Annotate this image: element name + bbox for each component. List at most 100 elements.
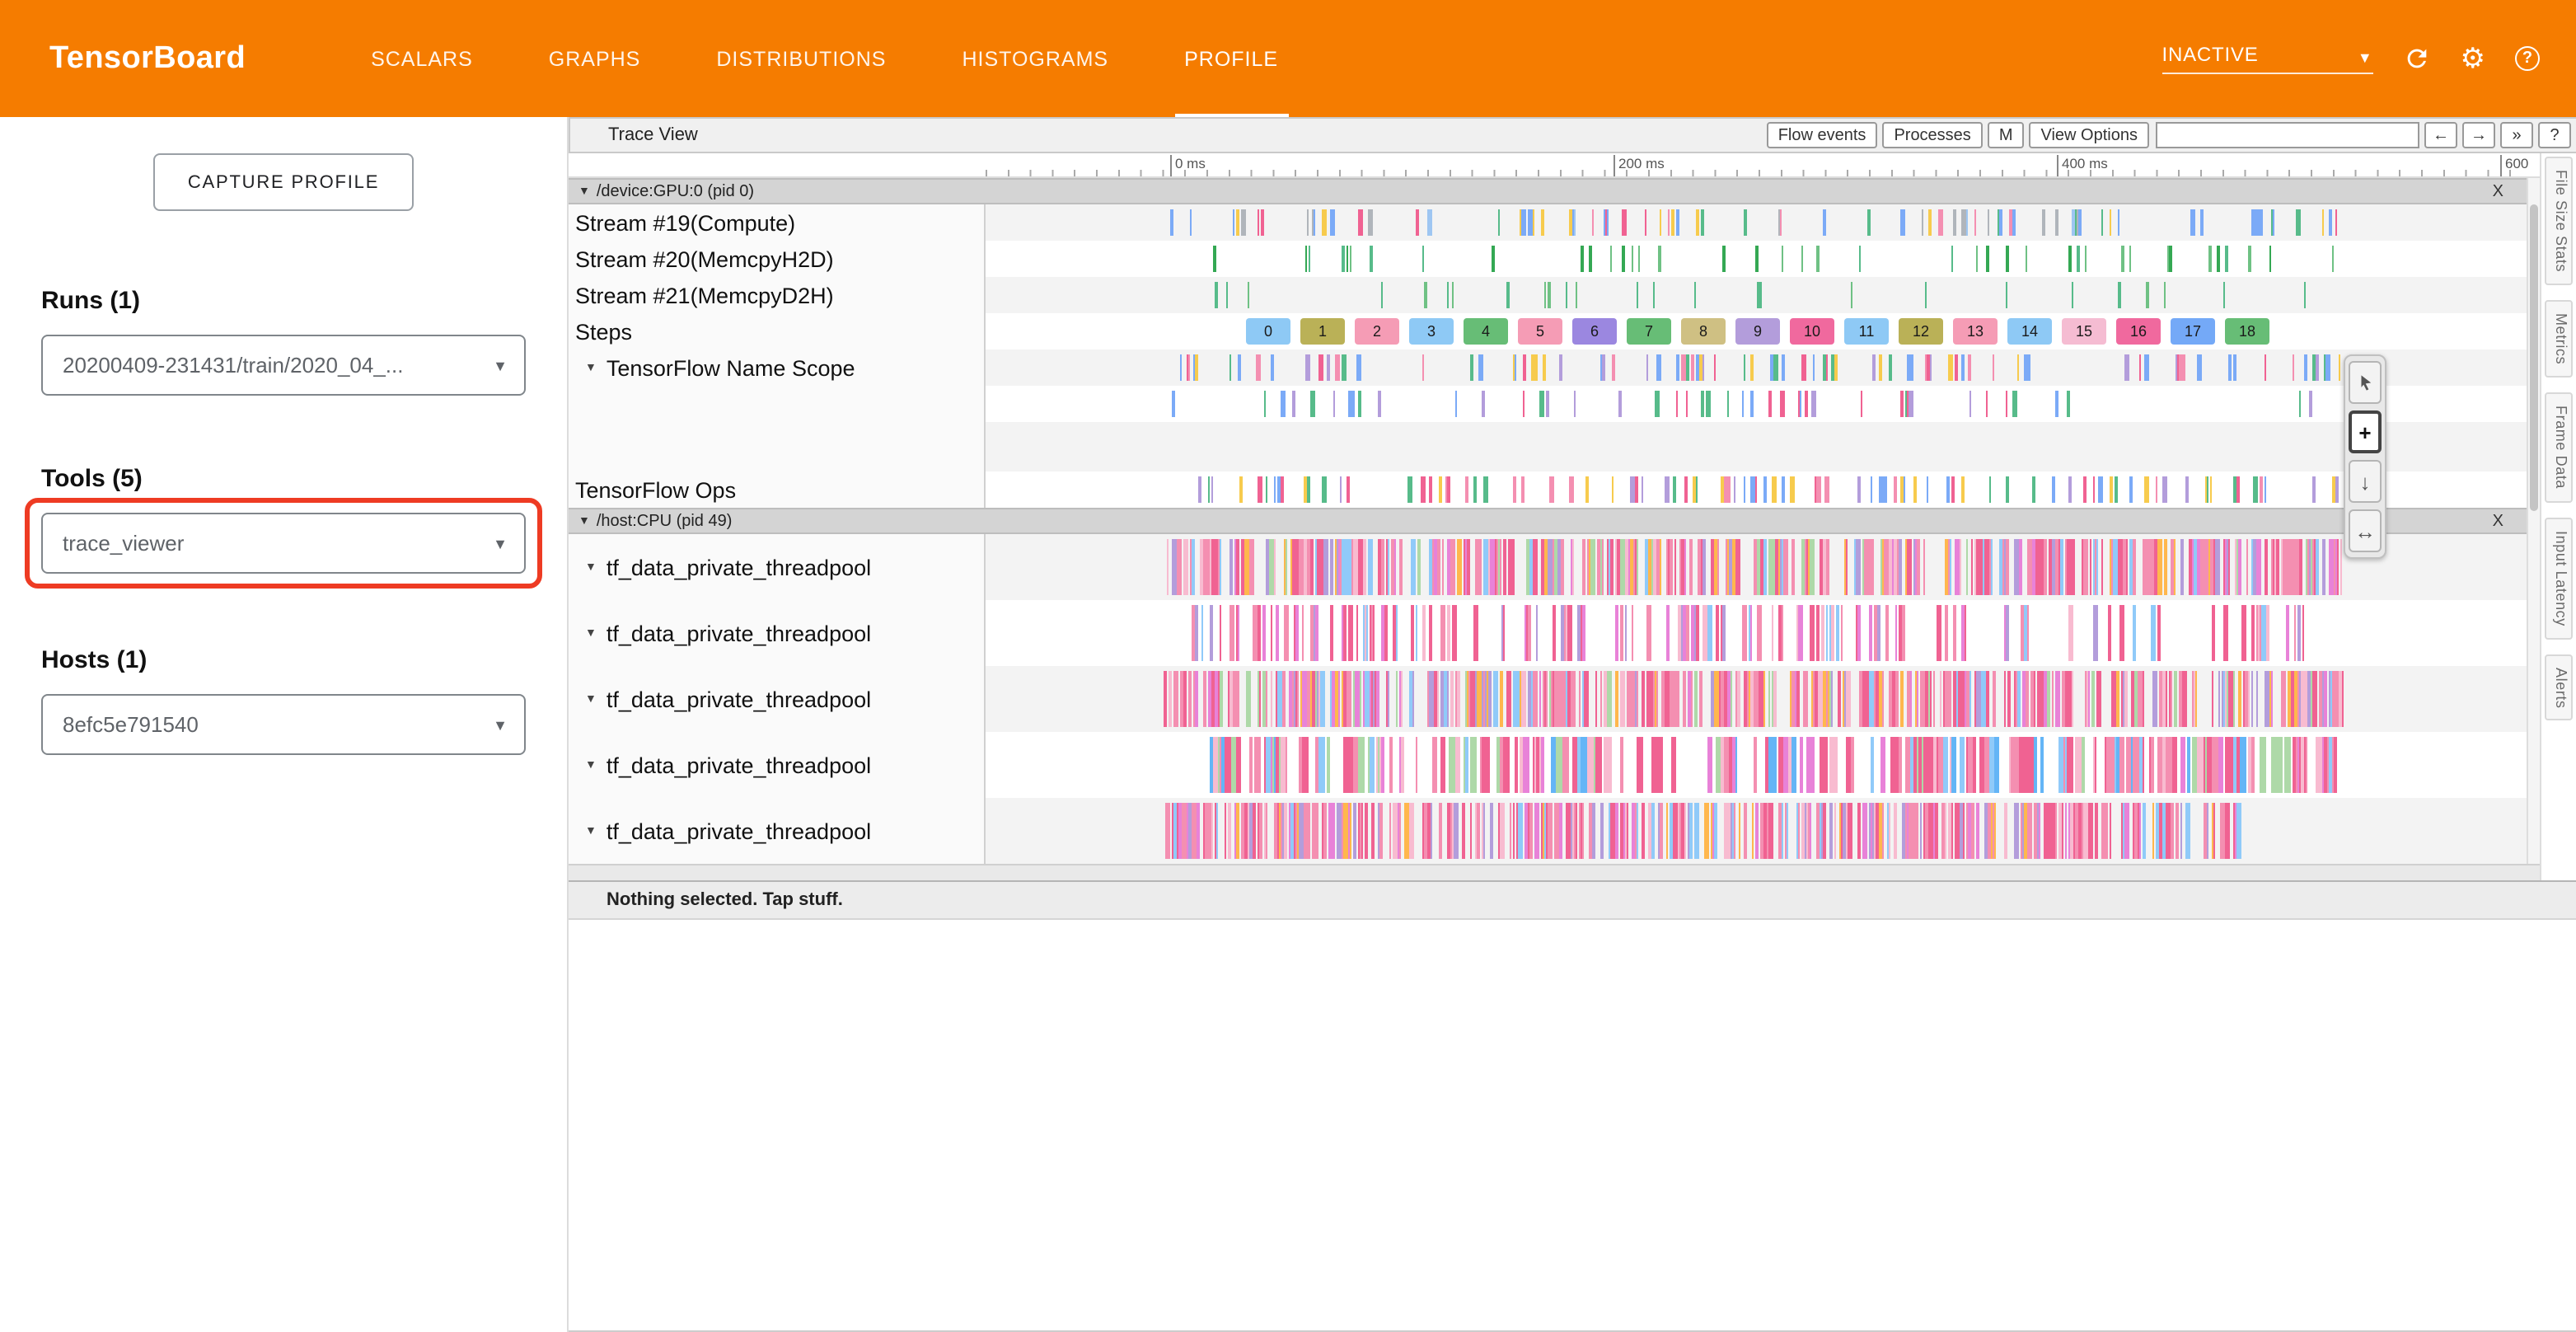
gpu-close-button[interactable]: X	[2493, 182, 2503, 200]
details-body[interactable]	[569, 920, 2576, 1330]
view-options-button[interactable]: View Options	[2030, 122, 2150, 148]
tools-select-value: trace_viewer	[63, 531, 184, 556]
trace-track-blank	[986, 422, 2540, 471]
tab-graphs[interactable]: GRAPHS	[539, 0, 651, 117]
step-block-7[interactable]: 7	[1627, 318, 1671, 345]
row-label-name-scope[interactable]: ▼TensorFlow Name Scope	[569, 349, 986, 386]
status-select[interactable]: INACTIVE ▼	[2162, 43, 2373, 74]
cpu-section-header[interactable]: ▼ /host:CPU (pid 49) X	[569, 508, 2540, 534]
step-block-0[interactable]: 0	[1246, 318, 1290, 345]
step-block-15[interactable]: 15	[2062, 318, 2106, 345]
step-block-12[interactable]: 12	[1899, 318, 1943, 345]
tools-select[interactable]: trace_viewer ▼	[41, 513, 526, 574]
hosts-select[interactable]: 8efc5e791540 ▼	[41, 694, 526, 755]
trace-track-threadpool-1[interactable]	[986, 600, 2540, 666]
trace-search-input[interactable]	[2156, 122, 2419, 148]
trace-track-name-scope-2[interactable]	[986, 386, 2540, 422]
tab-profile[interactable]: PROFILE	[1174, 0, 1288, 117]
timing-tool-icon[interactable]: ↔	[2349, 509, 2382, 552]
hosts-label: Hosts (1)	[41, 646, 526, 674]
row-label-threadpool-3[interactable]: ▼tf_data_private_threadpool	[569, 732, 986, 798]
row-label-threadpool-0[interactable]: ▼tf_data_private_threadpool	[569, 534, 986, 600]
select-tool-icon[interactable]	[2349, 361, 2382, 404]
trace-track-threadpool-0[interactable]	[986, 534, 2540, 600]
steps-track[interactable]: 0123456789101112131415161718	[986, 313, 2540, 349]
settings-gear-icon[interactable]: ⚙	[2461, 42, 2486, 75]
m-button[interactable]: M	[1988, 122, 2025, 148]
capture-profile-button[interactable]: CAPTURE PROFILE	[153, 153, 414, 211]
collapse-triangle-icon: ▼	[585, 561, 597, 573]
collapse-triangle-icon: ▼	[585, 362, 597, 373]
ruler-ticks	[986, 170, 2527, 176]
cpu-close-button[interactable]: X	[2493, 512, 2503, 530]
step-block-14[interactable]: 14	[2007, 318, 2052, 345]
row-label-stream20[interactable]: Stream #20(MemcpyH2D)	[569, 241, 986, 277]
step-block-17[interactable]: 17	[2171, 318, 2215, 345]
nav-skip-button[interactable]: »	[2500, 122, 2533, 148]
step-block-4[interactable]: 4	[1464, 318, 1508, 345]
trace-track-tf-ops[interactable]	[986, 471, 2540, 508]
row-label-threadpool-1[interactable]: ▼tf_data_private_threadpool	[569, 600, 986, 666]
side-tab-file-size-stats[interactable]: File Size Stats	[2545, 157, 2573, 285]
step-block-18[interactable]: 18	[2225, 318, 2269, 345]
gpu-section-header[interactable]: ▼ /device:GPU:0 (pid 0) X	[569, 178, 2540, 204]
threadpool-label: tf_data_private_threadpool	[607, 818, 871, 843]
side-tab-alerts[interactable]: Alerts	[2545, 654, 2573, 721]
trace-help-button[interactable]: ?	[2538, 122, 2571, 148]
cpu-section-title: /host:CPU (pid 49)	[597, 512, 733, 530]
trace-track-threadpool-4[interactable]	[986, 798, 2540, 864]
trace-track-threadpool-3[interactable]	[986, 732, 2540, 798]
row-label-tf-ops[interactable]: TensorFlow Ops	[569, 471, 986, 508]
trace-track-stream19[interactable]	[986, 204, 2540, 241]
ruler-label: 600	[2500, 155, 2528, 176]
row-label-threadpool-2[interactable]: ▼tf_data_private_threadpool	[569, 666, 986, 732]
step-block-9[interactable]: 9	[1735, 318, 1780, 345]
trace-tool-palette: + ↓ ↔	[2344, 354, 2386, 559]
help-icon[interactable]: ?	[2515, 46, 2540, 71]
collapse-triangle-icon: ▼	[578, 185, 590, 197]
flow-events-button[interactable]: Flow events	[1767, 122, 1878, 148]
step-block-10[interactable]: 10	[1790, 318, 1834, 345]
row-label-stream21[interactable]: Stream #21(MemcpyD2H)	[569, 277, 986, 313]
ruler-label: 0 ms	[1170, 155, 1206, 176]
step-block-8[interactable]: 8	[1681, 318, 1726, 345]
refresh-icon[interactable]	[2403, 45, 2431, 73]
row-label-steps[interactable]: Steps	[569, 313, 986, 349]
trace-track-stream21[interactable]	[986, 277, 2540, 313]
step-block-13[interactable]: 13	[1953, 318, 1998, 345]
trace-track-name-scope[interactable]	[986, 349, 2540, 386]
pan-tool-icon[interactable]: +	[2349, 410, 2382, 453]
step-block-5[interactable]: 5	[1518, 318, 1562, 345]
side-tab-input-latency[interactable]: Input Latency	[2545, 517, 2573, 639]
step-block-16[interactable]: 16	[2116, 318, 2161, 345]
nav-back-button[interactable]: ←	[2424, 122, 2457, 148]
caret-down-icon: ▼	[2358, 49, 2373, 66]
row-label-blank	[569, 386, 986, 422]
side-tab-frame-data[interactable]: Frame Data	[2545, 392, 2573, 502]
vertical-scrollbar[interactable]	[2527, 178, 2540, 864]
nav-forward-button[interactable]: →	[2462, 122, 2495, 148]
threadpool-label: tf_data_private_threadpool	[607, 621, 871, 645]
details-bar: Nothing selected. Tap stuff.	[569, 880, 2576, 920]
step-block-6[interactable]: 6	[1572, 318, 1617, 345]
trace-track-threadpool-2[interactable]	[986, 666, 2540, 732]
ruler-label: 200 ms	[1614, 155, 1665, 176]
trace-viewer: Trace View Flow events Processes M View …	[569, 117, 2576, 1332]
tab-scalars[interactable]: SCALARS	[361, 0, 483, 117]
step-block-1[interactable]: 1	[1300, 318, 1345, 345]
zoom-tool-icon[interactable]: ↓	[2349, 460, 2382, 503]
step-block-11[interactable]: 11	[1844, 318, 1889, 345]
tab-distributions[interactable]: DISTRIBUTIONS	[706, 0, 896, 117]
content: CAPTURE PROFILE Runs (1) 20200409-231431…	[0, 117, 2576, 1332]
row-label-threadpool-4[interactable]: ▼tf_data_private_threadpool	[569, 798, 986, 864]
side-tab-metrics[interactable]: Metrics	[2545, 300, 2573, 378]
processes-button[interactable]: Processes	[1882, 122, 1982, 148]
row-label-stream19[interactable]: Stream #19(Compute)	[569, 204, 986, 241]
step-block-2[interactable]: 2	[1355, 318, 1399, 345]
trace-track-stream20[interactable]	[986, 241, 2540, 277]
tools-field: Tools (5) trace_viewer ▼	[41, 465, 526, 574]
step-block-3[interactable]: 3	[1409, 318, 1454, 345]
scrollbar-thumb[interactable]	[2530, 204, 2538, 511]
tab-histograms[interactable]: HISTOGRAMS	[952, 0, 1118, 117]
runs-select[interactable]: 20200409-231431/train/2020_04_... ▼	[41, 335, 526, 396]
